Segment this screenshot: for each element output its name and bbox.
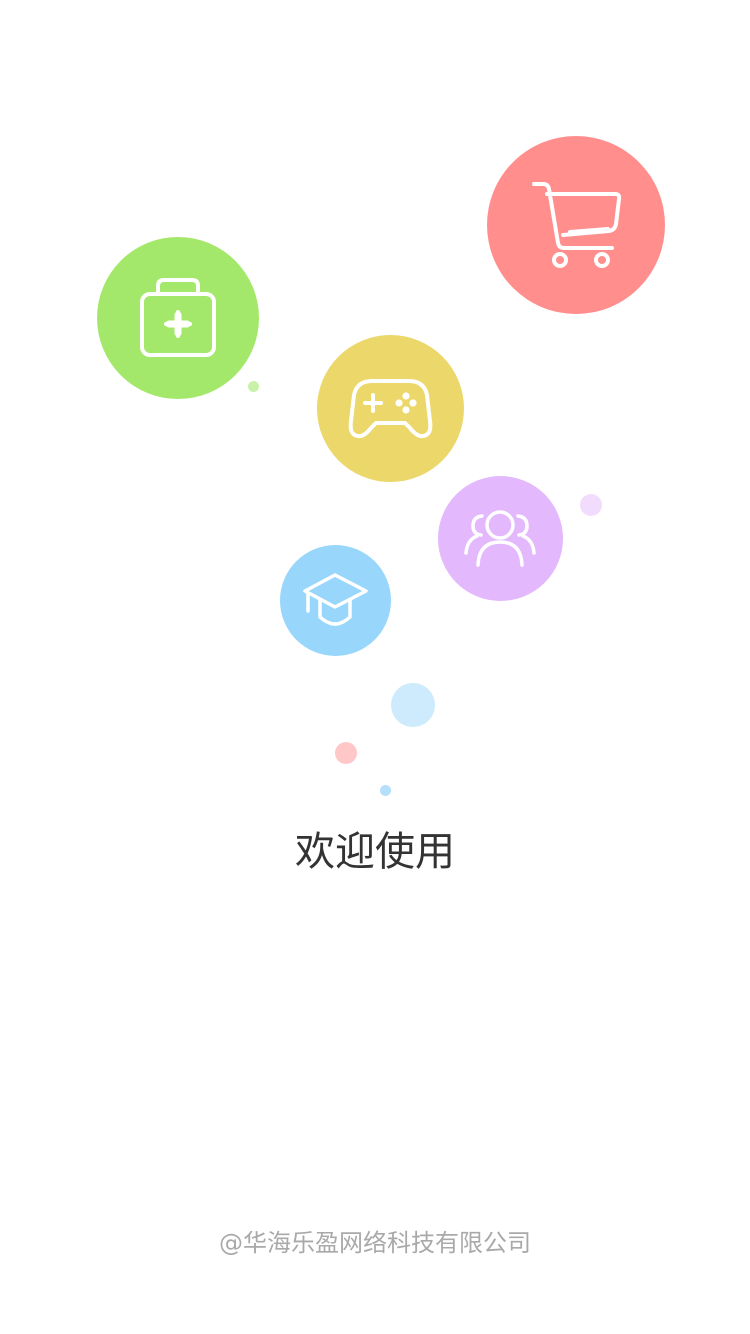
users-group-icon bbox=[464, 510, 536, 567]
decor-dot bbox=[580, 494, 602, 516]
graduation-cap-icon bbox=[303, 573, 368, 626]
decor-dot bbox=[391, 683, 435, 727]
decor-dot bbox=[248, 381, 259, 392]
copyright-text: @华海乐盈网络科技有限公司 bbox=[219, 1229, 531, 1257]
decor-dot bbox=[380, 785, 391, 796]
gamepad-icon bbox=[348, 379, 433, 439]
education-bubble bbox=[280, 545, 391, 656]
splash-screen: 欢迎使用 @华海乐盈网络科技有限公司 bbox=[0, 0, 750, 1334]
medical-bubble bbox=[97, 237, 259, 399]
decor-dot bbox=[335, 742, 357, 764]
games-bubble bbox=[317, 335, 464, 482]
shopping-cart-icon bbox=[532, 182, 622, 268]
welcome-title: 欢迎使用 bbox=[295, 829, 455, 875]
social-bubble bbox=[438, 476, 563, 601]
first-aid-kit-icon bbox=[140, 278, 216, 357]
shopping-bubble bbox=[487, 136, 665, 314]
